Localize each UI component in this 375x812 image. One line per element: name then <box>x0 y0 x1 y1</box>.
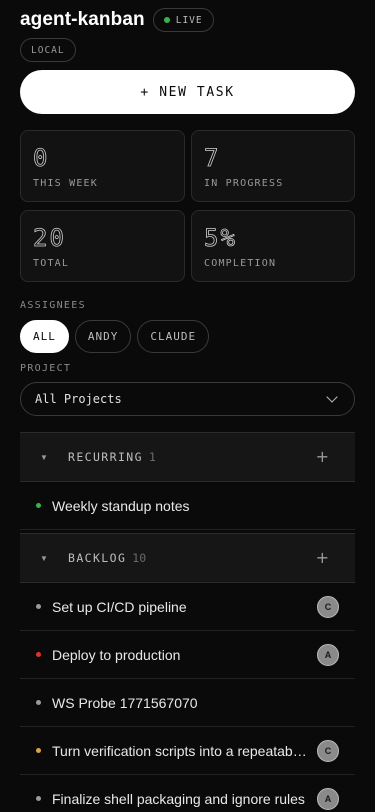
stat-label: COMPLETION <box>204 258 277 269</box>
stats-grid: 0 THIS WEEK 7 IN PROGRESS 20 TOTAL 5% CO… <box>20 130 355 282</box>
group-name: BACKLOG <box>68 551 127 565</box>
assignee-chip-all[interactable]: ALL <box>20 320 69 353</box>
environment-badge: LOCAL <box>20 38 76 62</box>
assignee-avatar: A <box>317 643 339 666</box>
project-select-value: All Projects <box>35 392 122 406</box>
new-task-button[interactable]: + NEW TASK <box>20 70 355 114</box>
status-dot <box>36 652 41 657</box>
task-title: WS Probe 1771567070 <box>52 694 198 711</box>
assignee-chip-andy[interactable]: ANDY <box>74 320 132 353</box>
app-title: agent-kanban <box>20 9 145 30</box>
collapse-caret-icon[interactable]: ▼ <box>20 453 68 462</box>
stat-value: 0 <box>33 144 50 172</box>
assignee-filter: ALL ANDY CLAUDE <box>20 320 210 353</box>
app-header: agent-kanban LIVE <box>20 8 214 32</box>
task-row[interactable]: Set up CI/CD pipeline C <box>20 583 355 631</box>
stat-value: 7 <box>204 144 221 172</box>
stat-value: 20 <box>33 224 66 252</box>
task-title: Set up CI/CD pipeline <box>52 598 187 615</box>
collapse-caret-icon[interactable]: ▼ <box>20 554 68 563</box>
task-row[interactable]: Finalize shell packaging and ignore rule… <box>20 775 355 812</box>
stat-value: 5% <box>204 224 237 252</box>
task-title: Finalize shell packaging and ignore rule… <box>52 790 305 807</box>
status-dot <box>36 604 41 609</box>
live-label: LIVE <box>175 14 203 26</box>
group-header-recurring[interactable]: ▼ RECURRING 1 + <box>20 432 355 482</box>
status-dot <box>36 796 41 801</box>
stat-label: TOTAL <box>33 258 70 269</box>
add-task-icon[interactable]: + <box>316 548 329 567</box>
assignee-avatar: C <box>317 739 339 762</box>
stat-in-progress: 7 IN PROGRESS <box>191 130 355 202</box>
task-title: Weekly standup notes <box>52 497 190 514</box>
assignee-avatar: C <box>317 595 339 618</box>
stat-label: THIS WEEK <box>33 178 98 189</box>
live-badge: LIVE <box>152 8 214 32</box>
stat-this-week: 0 THIS WEEK <box>20 130 185 202</box>
assignee-chip-claude[interactable]: CLAUDE <box>137 320 210 353</box>
assignee-avatar: A <box>317 787 339 810</box>
status-dot <box>36 503 41 508</box>
group-count: 10 <box>132 551 147 565</box>
task-row[interactable]: Weekly standup notes <box>20 482 355 530</box>
stat-label: IN PROGRESS <box>204 178 284 189</box>
task-title: Turn verification scripts into a repeata… <box>52 742 308 759</box>
chevron-down-icon <box>326 391 338 403</box>
assignees-label: ASSIGNEES <box>20 300 86 311</box>
stat-completion: 5% COMPLETION <box>191 210 355 282</box>
task-row[interactable]: Deploy to production A <box>20 631 355 679</box>
task-title: Deploy to production <box>52 646 181 663</box>
project-label: PROJECT <box>20 363 72 374</box>
live-status-dot <box>163 17 170 23</box>
status-dot <box>36 700 41 705</box>
project-select[interactable]: All Projects <box>20 382 355 416</box>
group-header-backlog[interactable]: ▼ BACKLOG 10 + <box>20 533 355 583</box>
stat-total: 20 TOTAL <box>20 210 185 282</box>
task-row[interactable]: WS Probe 1771567070 <box>20 679 355 727</box>
status-dot <box>36 748 41 753</box>
group-count: 1 <box>148 450 156 464</box>
task-row[interactable]: Turn verification scripts into a repeata… <box>20 727 355 775</box>
add-task-icon[interactable]: + <box>316 447 329 466</box>
group-name: RECURRING <box>68 450 143 464</box>
